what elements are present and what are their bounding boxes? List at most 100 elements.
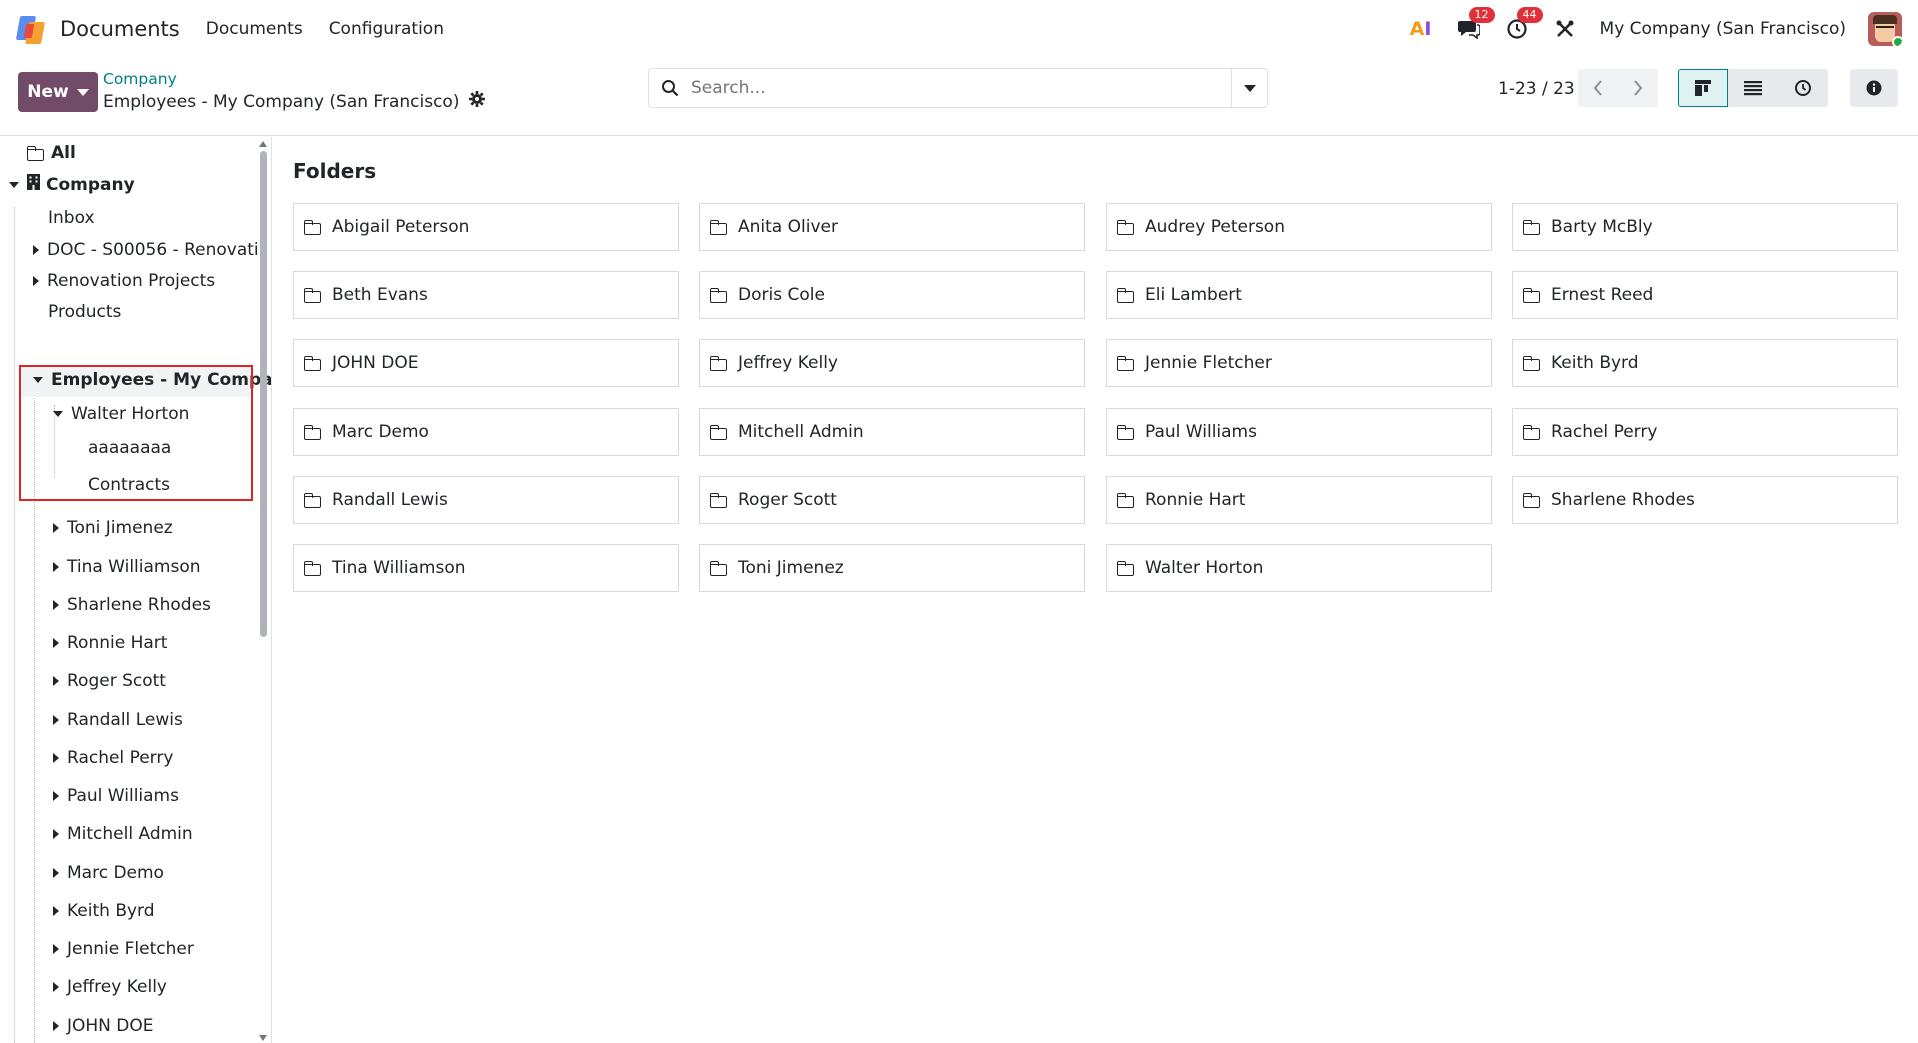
caret-right-icon[interactable] (53, 753, 59, 763)
tree-item-doc[interactable]: DOC - S00056 - Renovati (33, 240, 259, 260)
folder-card[interactable]: Paul Williams (1106, 408, 1492, 456)
folder-card[interactable]: Rachel Perry (1512, 408, 1898, 456)
tree-item-employee[interactable]: Keith Byrd (53, 901, 155, 921)
folder-card[interactable]: Beth Evans (293, 271, 679, 319)
tree-item-employee[interactable]: Randall Lewis (53, 710, 183, 730)
folder-card[interactable]: Ernest Reed (1512, 271, 1898, 319)
caret-right-icon[interactable] (53, 523, 59, 533)
pager-previous-button[interactable] (1578, 69, 1618, 107)
caret-down-icon (1243, 84, 1256, 92)
folder-card[interactable]: JOHN DOE (293, 339, 679, 387)
folder-card[interactable]: Ronnie Hart (1106, 476, 1492, 524)
folder-card[interactable]: Jeffrey Kelly (699, 339, 1085, 387)
caret-right-icon[interactable] (33, 245, 39, 255)
folder-card[interactable]: Walter Horton (1106, 544, 1492, 592)
highlight-box (19, 365, 253, 501)
menu-documents[interactable]: Documents (206, 19, 303, 39)
folder-card[interactable]: Eli Lambert (1106, 271, 1492, 319)
tree-item-employee[interactable]: Rachel Perry (53, 748, 173, 768)
tree-item-employee[interactable]: Jennie Fletcher (53, 939, 194, 959)
new-button[interactable]: New (18, 72, 98, 112)
caret-right-icon[interactable] (53, 944, 59, 954)
folder-card[interactable]: Roger Scott (699, 476, 1085, 524)
folder-icon (1117, 220, 1135, 235)
caret-right-icon[interactable] (33, 276, 39, 286)
messages-icon[interactable]: 12 (1456, 7, 1495, 42)
tree-item-inbox[interactable]: Inbox (48, 208, 95, 228)
caret-right-icon[interactable] (53, 791, 59, 801)
caret-right-icon[interactable] (53, 676, 59, 686)
documents-app-logo[interactable] (15, 14, 46, 44)
folder-card[interactable]: Marc Demo (293, 408, 679, 456)
tree-item-employee[interactable]: Roger Scott (53, 671, 166, 691)
folder-card[interactable]: Abigail Peterson (293, 203, 679, 251)
list-view-button[interactable] (1728, 69, 1778, 107)
tree-item-renovation-projects[interactable]: Renovation Projects (33, 271, 215, 291)
folder-card[interactable]: Audrey Peterson (1106, 203, 1492, 251)
folder-card[interactable]: Sharlene Rhodes (1512, 476, 1898, 524)
tree-item-employee[interactable]: Paul Williams (53, 786, 179, 806)
caret-right-icon[interactable] (53, 829, 59, 839)
search-bar (648, 68, 1268, 108)
breadcrumb-current: Employees - My Company (San Francisco) (103, 91, 486, 112)
tree-item-company[interactable]: Company (9, 174, 135, 195)
company-switcher[interactable]: My Company (San Francisco) (1600, 19, 1846, 39)
caret-down-icon[interactable] (9, 181, 19, 188)
menu-configuration[interactable]: Configuration (329, 19, 444, 39)
scroll-up-arrow[interactable] (259, 141, 267, 147)
kanban-view-button[interactable] (1678, 69, 1728, 107)
folder-card[interactable]: Barty McBly (1512, 203, 1898, 251)
pager-value[interactable]: 1-23 / 23 (1498, 79, 1575, 99)
caret-right-icon[interactable] (53, 600, 59, 610)
tree-item-employee[interactable]: Tina Williamson (53, 557, 201, 577)
caret-right-icon[interactable] (53, 715, 59, 725)
caret-right-icon[interactable] (53, 1021, 59, 1031)
caret-right-icon[interactable] (53, 638, 59, 648)
breadcrumb-parent[interactable]: Company (103, 70, 177, 88)
tree-item-employee[interactable]: Sharlene Rhodes (53, 595, 211, 615)
caret-right-icon[interactable] (53, 562, 59, 572)
app-name[interactable]: Documents (60, 17, 180, 41)
folder-icon (1523, 288, 1541, 303)
tree-item-products[interactable]: Products (48, 302, 121, 322)
folder-card[interactable]: Tina Williamson (293, 544, 679, 592)
folder-card[interactable]: Doris Cole (699, 271, 1085, 319)
folder-card[interactable]: Toni Jimenez (699, 544, 1085, 592)
info-button[interactable] (1850, 69, 1898, 107)
tree-item-employee[interactable]: Jeffrey Kelly (53, 977, 167, 997)
activity-view-button[interactable] (1778, 69, 1828, 107)
folder-icon (304, 493, 322, 508)
tree-item-employee[interactable]: Marc Demo (53, 863, 164, 883)
search-options-toggle[interactable] (1231, 69, 1267, 107)
activities-icon[interactable]: 44 (1504, 7, 1543, 42)
folder-icon (1117, 356, 1135, 371)
tree-item-all[interactable]: All (27, 143, 76, 163)
gear-icon[interactable] (469, 91, 486, 112)
folder-card[interactable]: Randall Lewis (293, 476, 679, 524)
folder-icon (27, 146, 45, 161)
tree-item-employee[interactable]: JOHN DOE (53, 1016, 154, 1036)
user-avatar[interactable] (1868, 12, 1902, 46)
tools-icon[interactable] (1552, 16, 1578, 42)
scroll-down-arrow[interactable] (259, 1035, 267, 1041)
folder-card[interactable]: Jennie Fletcher (1106, 339, 1492, 387)
folder-card[interactable]: Anita Oliver (699, 203, 1085, 251)
tree-item-employee[interactable]: Ronnie Hart (53, 633, 167, 653)
caret-right-icon[interactable] (53, 906, 59, 916)
folder-card[interactable]: Mitchell Admin (699, 408, 1085, 456)
tree-item-employee[interactable]: Mitchell Admin (53, 824, 193, 844)
caret-right-icon[interactable] (53, 868, 59, 878)
folder-tree-sidebar: All Company Inbox DOC - S00056 - Renovat… (0, 137, 272, 1043)
search-icon[interactable] (649, 79, 691, 97)
messages-badge: 12 (1468, 7, 1495, 23)
caret-right-icon[interactable] (53, 982, 59, 992)
tree-item-employee[interactable]: Toni Jimenez (53, 518, 173, 538)
folder-icon (710, 561, 728, 576)
folder-icon (1523, 220, 1541, 235)
ai-icon[interactable]: AAII (1408, 16, 1434, 42)
pager-next-button[interactable] (1618, 69, 1658, 107)
search-input[interactable] (691, 78, 1231, 98)
folder-icon (710, 220, 728, 235)
folder-card[interactable]: Keith Byrd (1512, 339, 1898, 387)
sidebar-scrollbar[interactable] (260, 151, 267, 637)
